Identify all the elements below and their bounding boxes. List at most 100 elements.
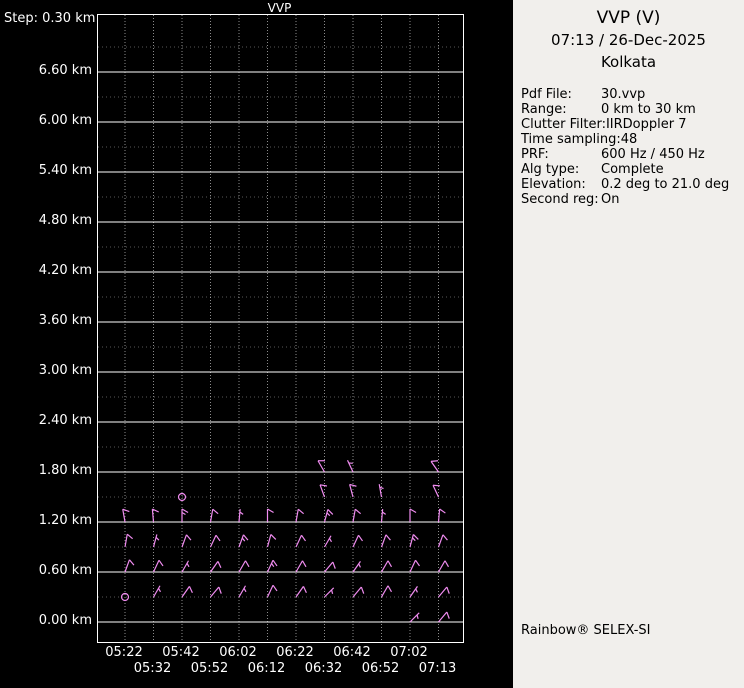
barb-staff	[152, 534, 158, 548]
barb-staff	[124, 559, 131, 573]
info-field-value: Complete	[601, 162, 664, 177]
x-tick-label: 06:22	[276, 645, 314, 660]
wind-barb	[437, 560, 450, 573]
y-tick-label: 6.60 km	[38, 63, 92, 78]
barb-tick-full	[319, 484, 328, 487]
wind-barb	[409, 534, 419, 548]
grid-horizontal-lines	[98, 71, 463, 623]
barb-staff	[238, 585, 247, 598]
barb-tick-full	[212, 508, 219, 515]
wind-barb	[210, 586, 222, 598]
barb-tick-full	[215, 534, 221, 542]
step-label: Step: 0.30 km	[4, 11, 96, 26]
barb-staff	[181, 534, 188, 548]
barb-tick-half	[326, 512, 331, 517]
barb-staff	[430, 461, 439, 473]
barb-staff	[324, 561, 334, 573]
barb-tick-half	[243, 588, 247, 593]
barb-tick-full	[332, 561, 336, 569]
y-tick-label: 0.00 km	[38, 613, 92, 628]
x-tick-label: 05:42	[162, 645, 200, 660]
barb-tick-full	[126, 533, 134, 540]
barb-tick-full	[272, 559, 278, 567]
barb-tick-full	[439, 508, 446, 514]
barb-tick-half	[415, 588, 418, 593]
info-field-label: PRF:	[521, 147, 549, 162]
info-field-label: Alg type:	[521, 162, 580, 177]
barb-staff	[349, 484, 354, 498]
wind-barb	[181, 534, 192, 548]
barb-tick-full	[387, 560, 393, 568]
barb-tick-full	[297, 508, 305, 515]
barb-tick-half	[328, 538, 333, 543]
wind-barb	[438, 586, 450, 598]
barb-tick-full	[128, 559, 135, 566]
wind-barb	[380, 534, 391, 548]
brand-label: Rainbow® SELEX-SI	[521, 623, 651, 638]
barb-tick-full	[442, 534, 448, 541]
wind-barb	[266, 508, 274, 522]
barb-staff	[266, 584, 274, 598]
y-tick-label: 2.40 km	[38, 413, 92, 428]
barb-tick-full	[158, 559, 164, 567]
x-tick-label: 06:52	[361, 661, 400, 676]
barb-tick-full	[272, 584, 278, 592]
wind-barb	[380, 508, 386, 523]
barb-tick-half	[155, 536, 160, 541]
barb-tick-full	[185, 534, 192, 541]
info-field-label: Clutter Filter:	[521, 117, 606, 132]
y-tick-label: 4.80 km	[38, 213, 92, 228]
wind-profile-plot	[97, 14, 464, 643]
x-tick-label: 05:52	[190, 661, 229, 676]
barb-staff	[238, 560, 247, 573]
product-datetime: 07:13 / 26-Dec-2025	[551, 31, 706, 49]
barb-staff	[317, 460, 326, 473]
barb-staff	[323, 535, 332, 548]
wind-barb	[152, 585, 162, 598]
wind-barb	[324, 587, 335, 598]
info-field-value: 600 Hz / 450 Hz	[601, 147, 705, 162]
barb-tick-full	[385, 534, 391, 541]
info-field-row: Pdf File: 30.vvp	[521, 87, 744, 102]
barb-staff	[437, 534, 444, 548]
barb-staff	[122, 509, 126, 523]
barb-tick-full	[360, 586, 365, 594]
wind-barb	[295, 586, 307, 598]
barb-staff	[319, 484, 326, 498]
barb-tick-full	[242, 534, 249, 541]
barb-tick-full	[301, 534, 307, 542]
wind-barb	[352, 586, 365, 598]
barb-tick-full	[354, 508, 362, 515]
barb-staff	[181, 586, 190, 598]
barb-tick-full	[444, 560, 450, 568]
barb-staff	[432, 484, 440, 498]
grid-vertical-lines	[124, 15, 439, 642]
barb-tick-half	[416, 614, 419, 619]
info-field-row: Elevation: 0.2 deg to 21.0 deg	[521, 177, 744, 192]
wind-barb	[238, 534, 249, 548]
x-tick-label: 07:13	[418, 661, 457, 676]
wind-barb	[317, 460, 326, 473]
wind-barb	[152, 534, 160, 548]
wind-barb	[380, 585, 393, 598]
wind-barb	[295, 560, 307, 573]
barb-staff	[352, 509, 356, 523]
wind-barb	[181, 508, 189, 522]
wind-barb	[352, 561, 361, 573]
barb-staff	[209, 509, 214, 523]
barb-tick-full	[358, 534, 364, 542]
barb-tick-full	[446, 586, 450, 594]
wind-barb	[437, 534, 448, 548]
barb-tick-half	[330, 589, 334, 594]
barb-staff	[210, 561, 219, 573]
barb-tick-full	[415, 559, 421, 567]
wind-barb	[295, 508, 305, 523]
barb-tick-full	[217, 561, 222, 568]
barb-staff	[380, 534, 387, 548]
y-tick-label: 4.20 km	[38, 263, 92, 278]
wind-barbs-layer	[120, 459, 450, 623]
barb-staff	[295, 586, 304, 598]
barb-tick-full	[409, 508, 417, 514]
barb-staff	[438, 611, 448, 623]
wind-barb	[152, 559, 164, 573]
